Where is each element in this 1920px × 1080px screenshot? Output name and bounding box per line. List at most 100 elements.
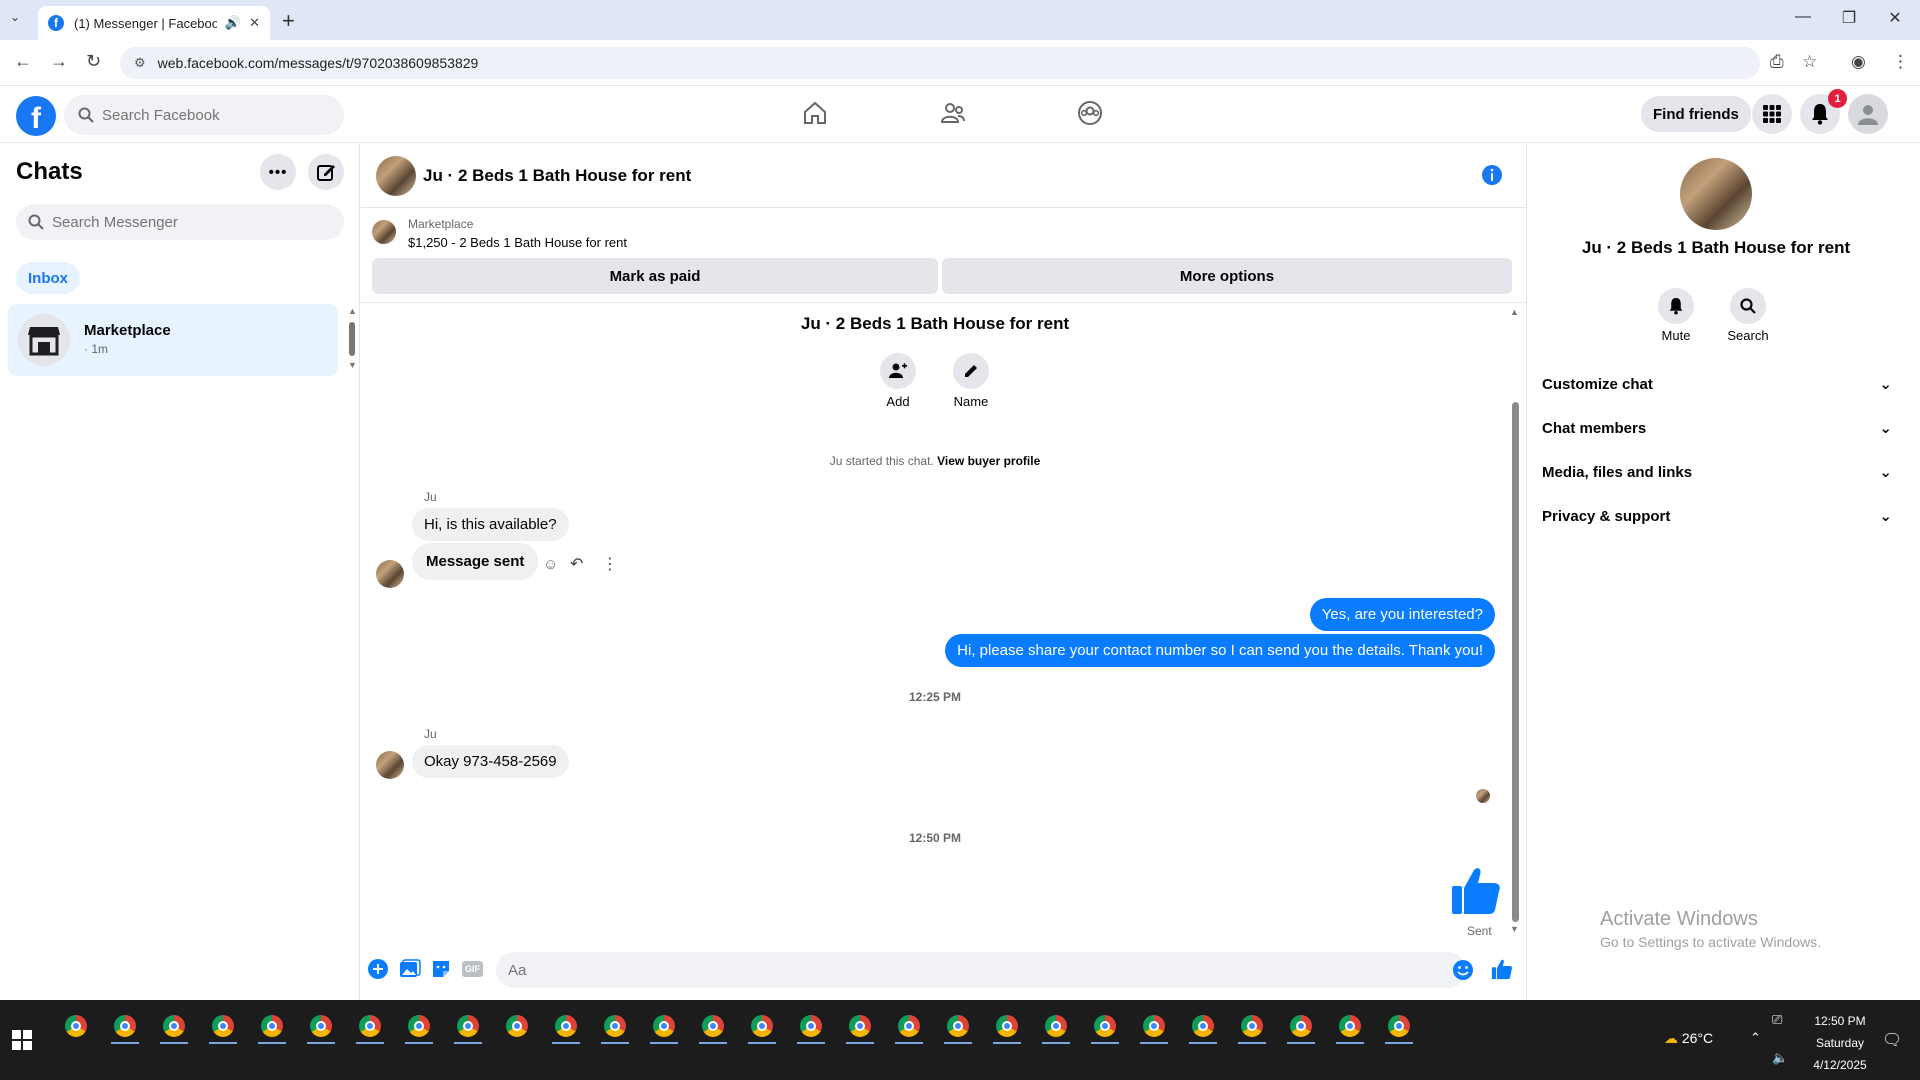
minimize-icon[interactable]: — <box>1780 8 1826 26</box>
close-tab-icon[interactable]: ✕ <box>249 15 260 31</box>
taskbar-chrome-icon[interactable] <box>595 1008 635 1044</box>
account-avatar[interactable] <box>1848 94 1888 134</box>
add-person-icon[interactable] <box>880 353 916 389</box>
pencil-icon[interactable] <box>953 353 989 389</box>
taskbar-chrome-icon[interactable] <box>252 1008 292 1044</box>
chat-members-section[interactable]: Chat members ⌄ <box>1542 408 1892 448</box>
gallery-icon[interactable] <box>399 959 421 979</box>
menu-grid-icon[interactable] <box>1752 94 1792 134</box>
taskbar-chrome-icon[interactable] <box>1085 1008 1125 1044</box>
install-app-icon[interactable]: ⎙ <box>1770 52 1784 72</box>
taskbar-chrome-icon[interactable] <box>350 1008 390 1044</box>
mark-as-paid-button[interactable]: Mark as paid <box>372 258 938 294</box>
react-smiley-icon[interactable]: ☺ <box>543 556 558 573</box>
media-files-links-section[interactable]: Media, files and links ⌄ <box>1542 452 1892 492</box>
taskbar-chrome-icon[interactable] <box>693 1008 733 1044</box>
address-bar[interactable]: ⚙ web.facebook.com/messages/t/9702038609… <box>120 47 1760 79</box>
bookmark-star-icon[interactable]: ☆ <box>1802 52 1817 72</box>
conversation-title[interactable]: Ju · 2 Beds 1 Bath House for rent <box>423 166 691 186</box>
groups-icon[interactable] <box>1077 100 1103 126</box>
scroll-up-arrow-icon[interactable]: ▲ <box>1510 307 1519 317</box>
facebook-search-input[interactable] <box>102 106 322 124</box>
taskbar-chrome-icon[interactable] <box>301 1008 341 1044</box>
scroll-up-arrow-icon[interactable]: ▲ <box>348 306 357 316</box>
gif-icon[interactable]: GIF <box>462 961 483 977</box>
home-icon[interactable] <box>802 100 828 126</box>
back-icon[interactable]: ← <box>14 51 32 72</box>
taskbar-chrome-icon[interactable] <box>203 1008 243 1044</box>
taskbar-chrome-icon[interactable] <box>105 1008 145 1044</box>
restore-icon[interactable]: ❐ <box>1826 8 1872 28</box>
browser-menu-icon[interactable]: ⋮ <box>1892 52 1909 72</box>
tab-search-chevron-icon[interactable]: ⌄ <box>10 10 20 24</box>
customize-chat-section[interactable]: Customize chat ⌄ <box>1542 364 1892 404</box>
taskbar-chrome-icon[interactable] <box>1379 1008 1419 1044</box>
outgoing-message[interactable]: Yes, are you interested? <box>1309 598 1495 631</box>
taskbar-chrome-icon[interactable] <box>448 1008 488 1044</box>
taskbar-chrome-icon[interactable] <box>889 1008 929 1044</box>
reload-icon[interactable]: ↻ <box>86 51 101 72</box>
emoji-icon[interactable] <box>1452 959 1474 981</box>
taskbar-chrome-icon[interactable] <box>56 1008 96 1044</box>
inbox-filter-tab[interactable]: Inbox <box>16 262 80 294</box>
weather-widget[interactable]: ☁ 26°C <box>1664 1030 1713 1047</box>
taskbar-chrome-icon[interactable] <box>938 1008 978 1044</box>
listing-thumbnail[interactable] <box>372 220 396 244</box>
facebook-search[interactable] <box>64 95 344 135</box>
volume-icon[interactable]: 🔈 <box>1772 1050 1788 1066</box>
sticker-icon[interactable] <box>431 959 451 979</box>
mute-bell-icon[interactable] <box>1658 288 1694 324</box>
windows-start-icon[interactable] <box>12 1030 32 1050</box>
listing-photo[interactable] <box>376 156 416 196</box>
conversation-scrollbar[interactable] <box>1512 402 1519 922</box>
listing-price[interactable]: $1,250 - 2 Beds 1 Bath House for rent <box>408 235 627 250</box>
taskbar-chrome-icon[interactable] <box>154 1008 194 1044</box>
facebook-logo-icon[interactable]: f <box>16 96 56 136</box>
friends-icon[interactable] <box>940 100 966 126</box>
taskbar-chrome-icon[interactable] <box>1281 1008 1321 1044</box>
taskbar-chrome-icon[interactable] <box>1036 1008 1076 1044</box>
taskbar-chrome-icon[interactable] <box>987 1008 1027 1044</box>
message-sent-card[interactable]: Message sent <box>412 543 539 580</box>
privacy-support-section[interactable]: Privacy & support ⌄ <box>1542 496 1892 536</box>
network-icon[interactable]: ⎚ <box>1772 1012 1782 1028</box>
incoming-message[interactable]: Okay 973-458-2569 <box>412 745 569 778</box>
sender-avatar[interactable] <box>376 560 404 588</box>
scroll-down-arrow-icon[interactable]: ▼ <box>1510 924 1519 934</box>
like-icon[interactable] <box>1491 958 1513 980</box>
taskbar-chrome-icon[interactable] <box>791 1008 831 1044</box>
find-friends-button[interactable]: Find friends <box>1641 96 1751 132</box>
plus-icon[interactable] <box>367 958 389 980</box>
taskbar-chrome-icon[interactable] <box>1330 1008 1370 1044</box>
new-tab-icon[interactable]: + <box>282 8 295 34</box>
chat-options-icon[interactable]: ••• <box>260 154 296 190</box>
scroll-down-arrow-icon[interactable]: ▼ <box>348 360 357 370</box>
taskbar-chrome-icon[interactable] <box>399 1008 439 1044</box>
browser-tab[interactable]: f (1) Messenger | Facebook 🔊 ✕ <box>38 6 270 40</box>
speaker-icon[interactable]: 🔊 <box>225 15 241 31</box>
taskbar-chrome-icon[interactable] <box>742 1008 782 1044</box>
taskbar-chrome-icon[interactable] <box>1183 1008 1223 1044</box>
taskbar-chrome-icon[interactable] <box>546 1008 586 1044</box>
messenger-search[interactable] <box>16 204 344 240</box>
notification-center-icon[interactable]: 🗨 <box>1882 1030 1902 1050</box>
new-message-icon[interactable] <box>308 154 344 190</box>
message-input[interactable] <box>508 961 1408 979</box>
message-more-icon[interactable]: ⋮ <box>602 554 618 574</box>
taskbar-clock[interactable]: 12:50 PM Saturday 4/12/2025 <box>1800 1010 1880 1076</box>
forward-icon[interactable]: → <box>50 51 68 72</box>
show-hidden-icons-icon[interactable]: ⌃ <box>1750 1030 1761 1046</box>
more-options-button[interactable]: More options <box>942 258 1512 294</box>
outgoing-message[interactable]: Hi, please share your contact number so … <box>945 634 1495 667</box>
taskbar-chrome-icon[interactable] <box>497 1008 537 1044</box>
taskbar-chrome-icon[interactable] <box>644 1008 684 1044</box>
close-window-icon[interactable]: ✕ <box>1872 8 1918 28</box>
info-icon[interactable] <box>1481 164 1503 186</box>
profile-icon[interactable]: ◉ <box>1851 52 1866 72</box>
messenger-search-input[interactable] <box>52 213 312 231</box>
reply-icon[interactable]: ↶ <box>570 554 583 574</box>
taskbar-chrome-icon[interactable] <box>1232 1008 1272 1044</box>
sender-avatar[interactable] <box>376 751 404 779</box>
thumbs-up-sticker-icon[interactable] <box>1450 864 1502 916</box>
listing-profile-photo[interactable] <box>1680 158 1752 230</box>
